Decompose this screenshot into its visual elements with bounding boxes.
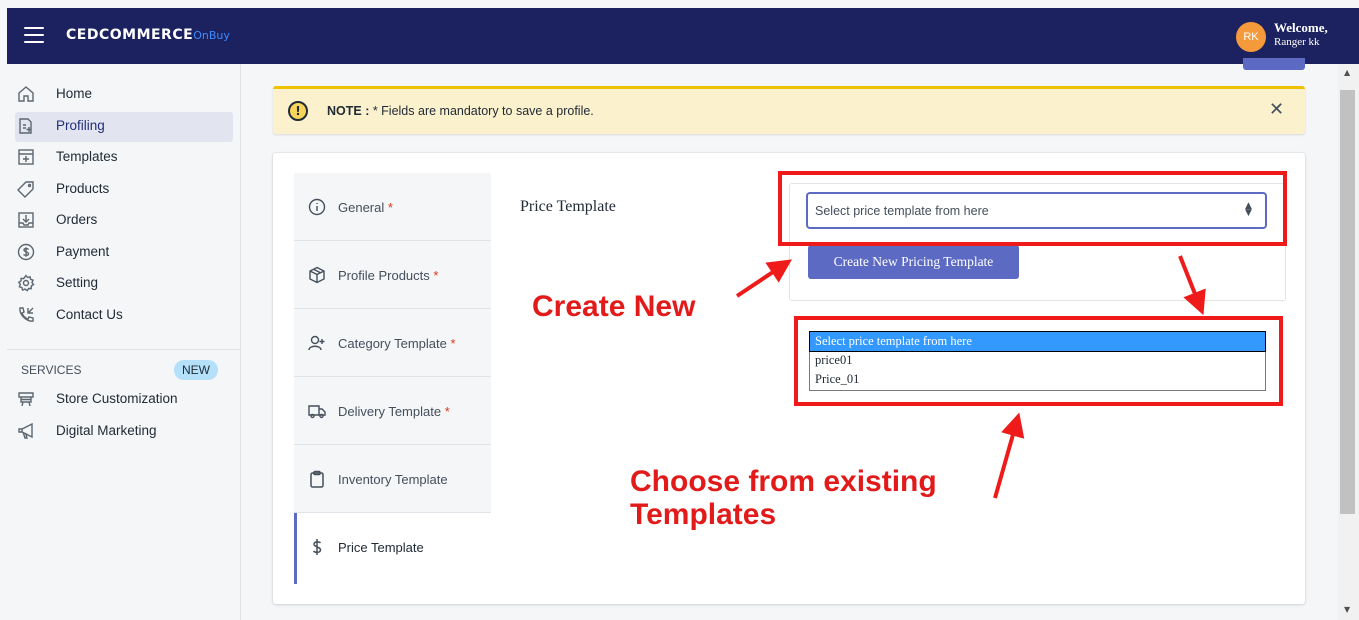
annotation-arrows: [735, 255, 1206, 499]
arrow-from-choose-text: [993, 412, 1025, 499]
app-frame: CEDCOMMERCEOnBuy RK Welcome, Ranger kk H…: [7, 8, 1359, 620]
arrow-to-create-button: [735, 259, 792, 298]
scrollbar-thumb[interactable]: [1340, 90, 1355, 514]
scroll-down-icon[interactable]: ▼: [1344, 605, 1350, 614]
arrow-to-options-list: [1178, 255, 1206, 316]
page-scrollbar[interactable]: ▲ ▼: [1338, 64, 1359, 620]
scroll-up-icon[interactable]: ▲: [1344, 68, 1350, 77]
